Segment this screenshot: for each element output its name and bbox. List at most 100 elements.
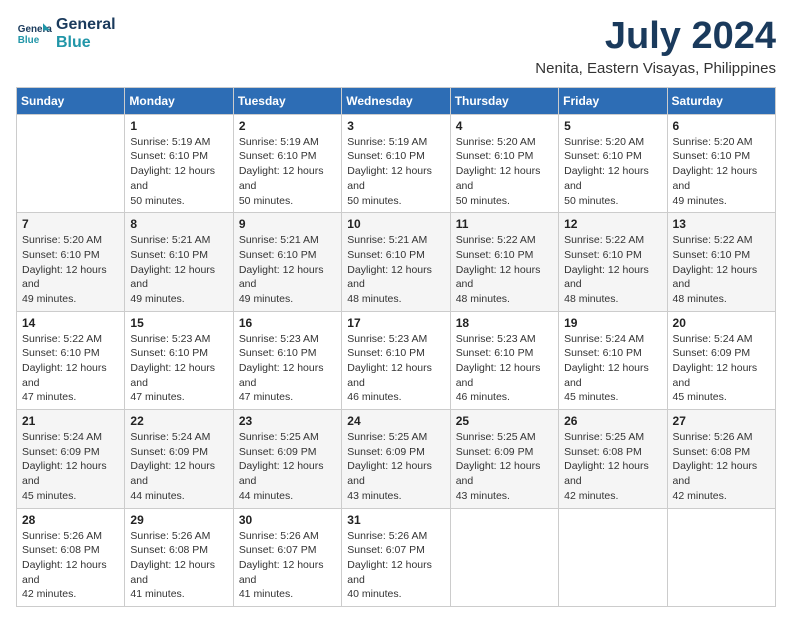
day-detail: Sunrise: 5:23 AMSunset: 6:10 PMDaylight:…	[347, 332, 444, 405]
day-number: 3	[347, 119, 444, 133]
day-detail: Sunrise: 5:19 AMSunset: 6:10 PMDaylight:…	[347, 135, 444, 208]
sunset-text: Sunset: 6:08 PM	[673, 445, 770, 460]
daylight-text-line1: Daylight: 12 hours and	[456, 459, 553, 488]
calendar-cell: 18Sunrise: 5:23 AMSunset: 6:10 PMDayligh…	[450, 311, 558, 409]
daylight-text-line2: 49 minutes.	[22, 292, 119, 307]
calendar-cell: 2Sunrise: 5:19 AMSunset: 6:10 PMDaylight…	[233, 114, 341, 212]
daylight-text-line1: Daylight: 12 hours and	[239, 558, 336, 587]
sunrise-text: Sunrise: 5:23 AM	[456, 332, 553, 347]
calendar-cell: 16 Sunrise: 5:23 AMSunset: 6:10 PMDayligh…	[233, 311, 341, 409]
daylight-text-line1: Daylight: 12 hours and	[673, 361, 770, 390]
sunrise-text: Sunrise: 5:25 AM	[347, 430, 444, 445]
logo-blue: Blue	[56, 34, 116, 52]
day-number: 27	[673, 414, 770, 428]
page-header: General Blue General Blue July 2024 Neni…	[16, 16, 776, 77]
sunrise-text: Sunrise: 5:23 AM	[239, 332, 336, 347]
calendar-cell: 1Sunrise: 5:19 AMSunset: 6:10 PMDaylight…	[125, 114, 233, 212]
day-detail: Sunrise: 5:24 AMSunset: 6:09 PMDaylight:…	[130, 430, 227, 503]
weekday-header-tuesday: Tuesday	[233, 87, 341, 114]
day-number: 21	[22, 414, 119, 428]
sunset-text: Sunset: 6:10 PM	[456, 149, 553, 164]
daylight-text-line2: 43 minutes.	[456, 489, 553, 504]
daylight-text-line2: 48 minutes.	[564, 292, 661, 307]
day-number: 31	[347, 513, 444, 527]
day-detail: Sunrise: 5:26 AMSunset: 6:08 PMDaylight:…	[130, 529, 227, 602]
sunset-text: Sunset: 6:09 PM	[239, 445, 336, 460]
daylight-text-line1: Daylight: 12 hours and	[456, 263, 553, 292]
sunset-text: Sunset: 6:10 PM	[130, 346, 227, 361]
daylight-text-line2: 45 minutes.	[673, 390, 770, 405]
sunset-text: Sunset: 6:09 PM	[673, 346, 770, 361]
day-number: 12	[564, 217, 661, 231]
day-detail: Sunrise: 5:25 AMSunset: 6:08 PMDaylight:…	[564, 430, 661, 503]
sunrise-text: Sunrise: 5:24 AM	[673, 332, 770, 347]
day-detail: Sunrise: 5:22 AMSunset: 6:10 PMDaylight:…	[564, 233, 661, 306]
calendar-cell: 8Sunrise: 5:21 AMSunset: 6:10 PMDaylight…	[125, 213, 233, 311]
daylight-text-line2: 49 minutes.	[130, 292, 227, 307]
daylight-text-line2: 43 minutes.	[347, 489, 444, 504]
sunset-text: Sunset: 6:10 PM	[130, 149, 227, 164]
day-number: 10	[347, 217, 444, 231]
calendar-cell: 29Sunrise: 5:26 AMSunset: 6:08 PMDayligh…	[125, 508, 233, 606]
calendar-cell: 22 Sunrise: 5:24 AMSunset: 6:09 PMDayligh…	[125, 410, 233, 508]
sunrise-text: Sunrise: 5:20 AM	[456, 135, 553, 150]
sunset-text: Sunset: 6:10 PM	[239, 149, 336, 164]
day-number: 30	[239, 513, 336, 527]
svg-text:Blue: Blue	[18, 35, 40, 46]
calendar-cell: 11Sunrise: 5:22 AMSunset: 6:10 PMDayligh…	[450, 213, 558, 311]
daylight-text-line1: Daylight: 12 hours and	[564, 361, 661, 390]
calendar-cell: 23Sunrise: 5:25 AMSunset: 6:09 PMDayligh…	[233, 410, 341, 508]
sunrise-text: Sunrise: 5:21 AM	[347, 233, 444, 248]
sunrise-text: Sunrise: 5:22 AM	[673, 233, 770, 248]
calendar-cell: 19Sunrise: 5:24 AMSunset: 6:10 PMDayligh…	[559, 311, 667, 409]
daylight-text-line1: Daylight: 12 hours and	[239, 263, 336, 292]
sunset-text: Sunset: 6:08 PM	[130, 543, 227, 558]
daylight-text-line2: 47 minutes.	[130, 390, 227, 405]
day-detail: Sunrise: 5:21 AMSunset: 6:10 PMDaylight:…	[239, 233, 336, 306]
daylight-text-line1: Daylight: 12 hours and	[239, 164, 336, 193]
sunrise-text: Sunrise: 5:23 AM	[130, 332, 227, 347]
day-detail: Sunrise: 5:21 AMSunset: 6:10 PMDaylight:…	[130, 233, 227, 306]
daylight-text-line1: Daylight: 12 hours and	[673, 263, 770, 292]
daylight-text-line2: 47 minutes.	[239, 390, 336, 405]
daylight-text-line2: 47 minutes.	[22, 390, 119, 405]
daylight-text-line1: Daylight: 12 hours and	[347, 459, 444, 488]
daylight-text-line1: Daylight: 12 hours and	[239, 361, 336, 390]
day-detail: Sunrise: 5:26 AMSunset: 6:08 PMDaylight:…	[22, 529, 119, 602]
daylight-text-line2: 42 minutes.	[22, 587, 119, 602]
sunrise-text: Sunrise: 5:25 AM	[564, 430, 661, 445]
daylight-text-line1: Daylight: 12 hours and	[673, 459, 770, 488]
calendar-cell: 24Sunrise: 5:25 AMSunset: 6:09 PMDayligh…	[342, 410, 450, 508]
general-blue-logo-icon: General Blue	[16, 16, 52, 52]
daylight-text-line2: 42 minutes.	[564, 489, 661, 504]
sunset-text: Sunset: 6:10 PM	[564, 248, 661, 263]
sunset-text: Sunset: 6:10 PM	[564, 346, 661, 361]
sunrise-text: Sunrise: 5:21 AM	[239, 233, 336, 248]
daylight-text-line2: 48 minutes.	[673, 292, 770, 307]
sunrise-text: Sunrise: 5:26 AM	[673, 430, 770, 445]
sunrise-text: Sunrise: 5:26 AM	[347, 529, 444, 544]
calendar-cell: 9Sunrise: 5:21 AMSunset: 6:10 PMDaylight…	[233, 213, 341, 311]
calendar-cell: 6Sunrise: 5:20 AMSunset: 6:10 PMDaylight…	[667, 114, 775, 212]
daylight-text-line2: 50 minutes.	[564, 194, 661, 209]
daylight-text-line1: Daylight: 12 hours and	[239, 459, 336, 488]
sunrise-text: Sunrise: 5:23 AM	[347, 332, 444, 347]
daylight-text-line1: Daylight: 12 hours and	[130, 459, 227, 488]
daylight-text-line1: Daylight: 12 hours and	[130, 558, 227, 587]
sunset-text: Sunset: 6:10 PM	[456, 248, 553, 263]
calendar-cell: 21Sunrise: 5:24 AMSunset: 6:09 PMDayligh…	[17, 410, 125, 508]
weekday-header-thursday: Thursday	[450, 87, 558, 114]
daylight-text-line1: Daylight: 12 hours and	[564, 459, 661, 488]
daylight-text-line1: Daylight: 12 hours and	[347, 558, 444, 587]
day-number: 4	[456, 119, 553, 133]
day-number: 22	[130, 414, 227, 428]
week-row-1: 1Sunrise: 5:19 AMSunset: 6:10 PMDaylight…	[17, 114, 776, 212]
sunset-text: Sunset: 6:08 PM	[564, 445, 661, 460]
sunset-text: Sunset: 6:10 PM	[347, 149, 444, 164]
sunrise-text: Sunrise: 5:24 AM	[22, 430, 119, 445]
sunrise-text: Sunrise: 5:19 AM	[130, 135, 227, 150]
calendar-cell: 27 Sunrise: 5:26 AMSunset: 6:08 PMDayligh…	[667, 410, 775, 508]
sunset-text: Sunset: 6:10 PM	[239, 346, 336, 361]
day-number: 16	[239, 316, 336, 330]
sunrise-text: Sunrise: 5:24 AM	[130, 430, 227, 445]
